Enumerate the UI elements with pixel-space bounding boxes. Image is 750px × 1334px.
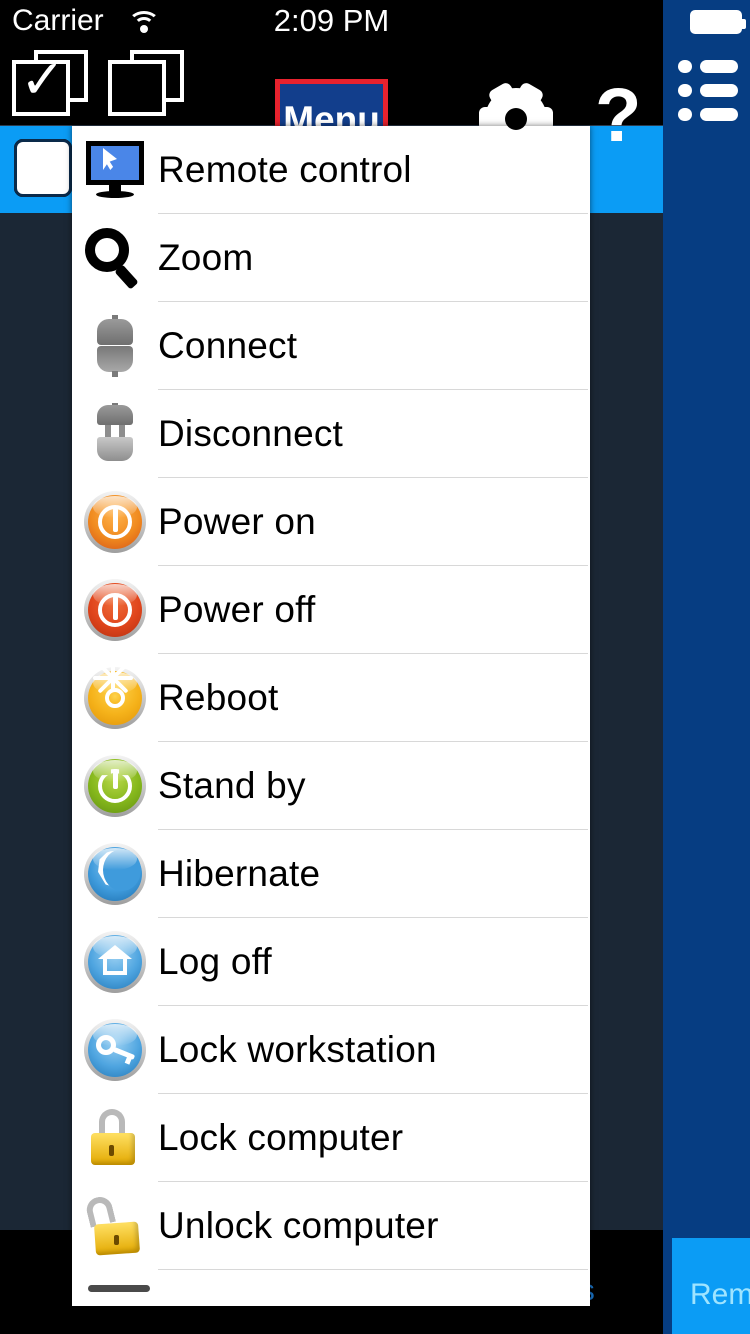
computer-thumbnail [14, 139, 72, 197]
menu-item-label: Connect [158, 325, 298, 366]
remote-button-label: Rem [690, 1278, 750, 1311]
padlock-closed-icon [72, 1094, 158, 1182]
key-icon [72, 1006, 158, 1094]
standby-icon [72, 742, 158, 830]
menu-item-power-off[interactable]: Power off [72, 566, 590, 654]
padlock-open-icon [72, 1182, 158, 1270]
app-screen: Office Office [0, 0, 750, 1334]
reboot-icon [72, 654, 158, 742]
menu-item-label: Stand by [158, 765, 306, 806]
menu-item-label: Reboot [158, 677, 279, 718]
clock-label: 2:09 PM [273, 3, 390, 38]
power-off-icon [72, 566, 158, 654]
menu-item-label: Lock workstation [158, 1029, 437, 1070]
menu-item-label: Power off [158, 589, 316, 630]
menu-item-label: Remote control [158, 149, 412, 190]
menu-item-remote-control[interactable]: Remote control [72, 126, 590, 214]
magnifier-icon [72, 214, 158, 302]
menu-divider [158, 1269, 588, 1270]
menu-item-label: Log off [158, 941, 272, 982]
menu-item-label: Unlock computer [158, 1205, 439, 1246]
battery-icon [690, 10, 746, 34]
help-icon[interactable]: ? [595, 78, 641, 154]
menu-item-unlock-computer[interactable]: Unlock computer [72, 1182, 590, 1270]
menu-popup: Remote control Zoom Connect Disconnect P… [72, 126, 590, 1306]
menu-item-reboot[interactable]: Reboot [72, 654, 590, 742]
remote-button[interactable]: Rem [672, 1238, 750, 1334]
menu-item-disconnect[interactable]: Disconnect [72, 390, 590, 478]
menu-item-log-off[interactable]: Log off [72, 918, 590, 1006]
select-all-icon[interactable]: ✓ [12, 50, 88, 116]
menu-item-stand-by[interactable]: Stand by [72, 742, 590, 830]
menu-item-label: Zoom [158, 237, 254, 278]
log-off-home-icon [72, 918, 158, 1006]
deselect-all-icon[interactable] [108, 50, 184, 116]
menu-item-label: Hibernate [158, 853, 321, 894]
menu-item-zoom[interactable]: Zoom [72, 214, 590, 302]
hibernate-moon-icon [72, 830, 158, 918]
menu-item-label: Lock computer [158, 1117, 404, 1158]
power-on-icon [72, 478, 158, 566]
menu-item-power-on[interactable]: Power on [72, 478, 590, 566]
menu-item-connect[interactable]: Connect [72, 302, 590, 390]
scroll-indicator[interactable] [88, 1285, 150, 1292]
nav-bar: ✓ Menu ? [0, 38, 663, 160]
plug-disconnected-icon [72, 390, 158, 478]
right-rail [663, 0, 750, 1334]
menu-item-lock-workstation[interactable]: Lock workstation [72, 1006, 590, 1094]
menu-item-label: Power on [158, 501, 316, 542]
plug-connected-icon [72, 302, 158, 390]
list-view-icon[interactable] [678, 60, 738, 122]
menu-item-lock-computer[interactable]: Lock computer [72, 1094, 590, 1182]
menu-item-label: Disconnect [158, 413, 344, 454]
status-bar: Carrier 2:09 PM [0, 0, 663, 38]
monitor-cursor-icon [72, 126, 158, 214]
menu-item-hibernate[interactable]: Hibernate [72, 830, 590, 918]
